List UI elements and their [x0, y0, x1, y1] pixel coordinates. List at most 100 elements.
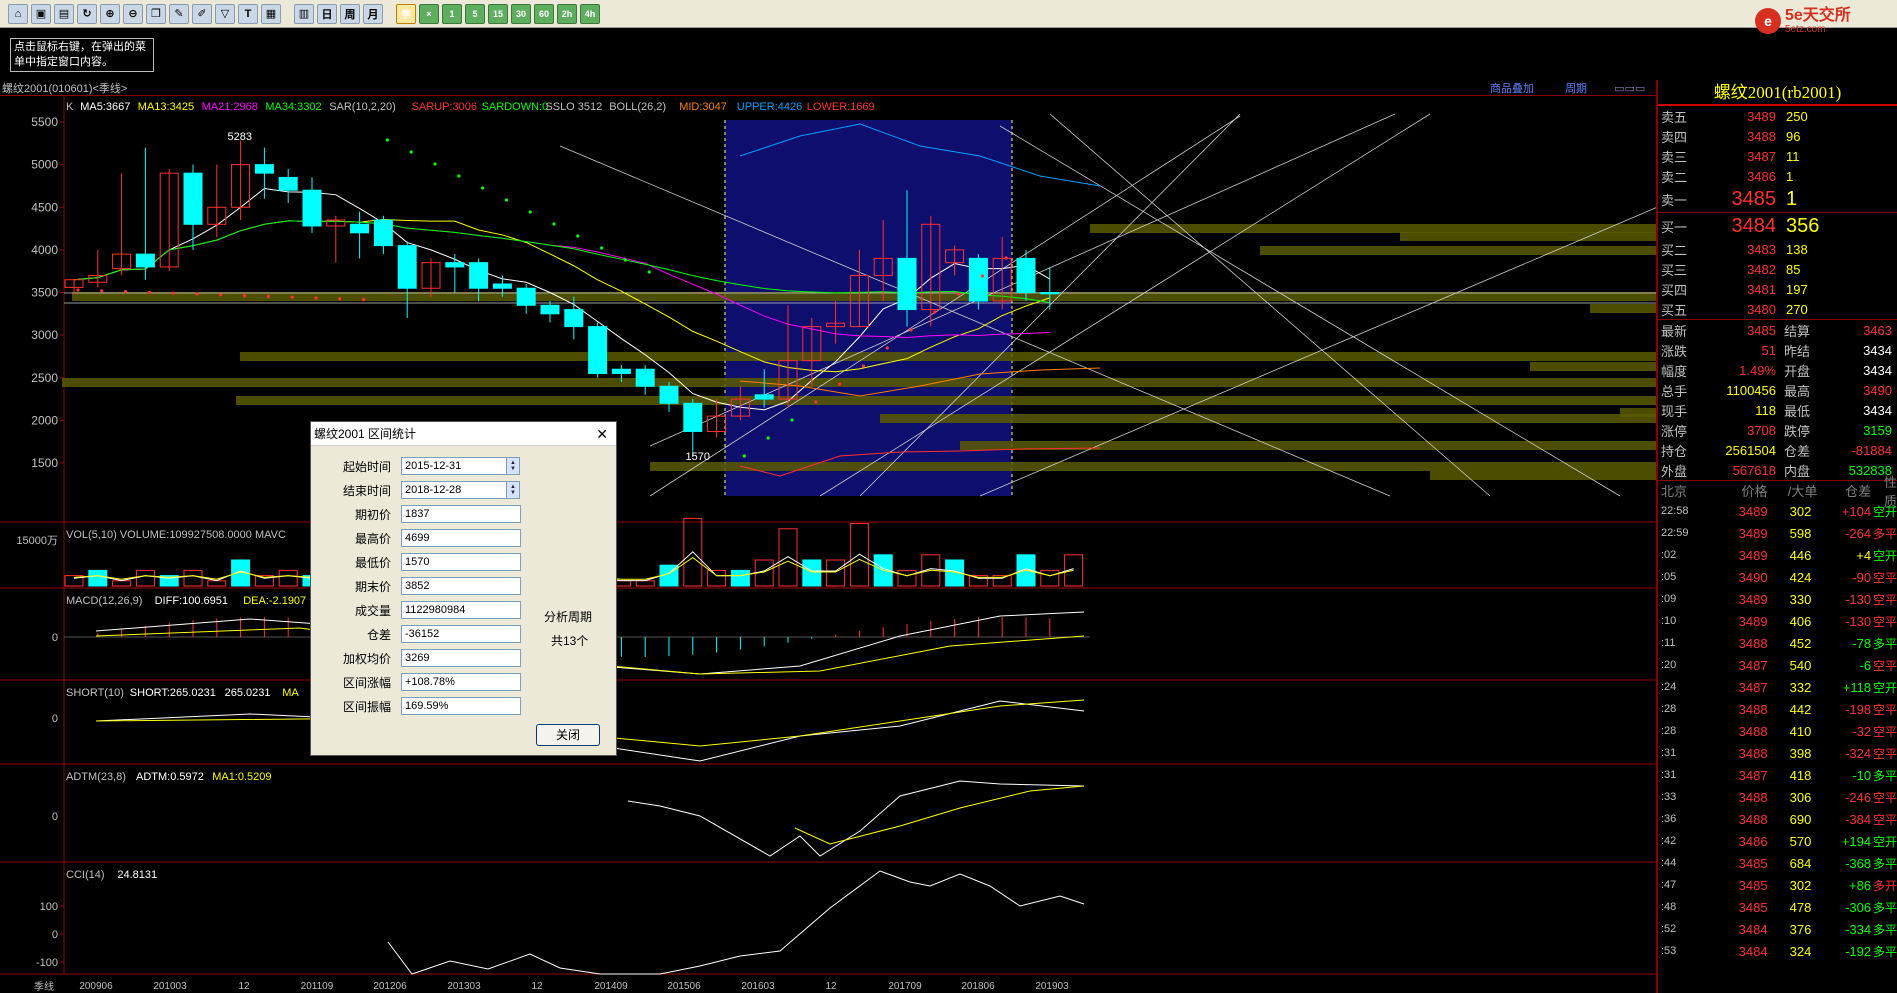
field-input[interactable]: 2018-12-28 [401, 481, 507, 499]
stat-value: 3434 [1863, 362, 1892, 378]
sar-dot [147, 290, 151, 294]
tick-time: 22:59 [1661, 527, 1689, 539]
tick-price: 3489 [1738, 591, 1768, 607]
60min-icon[interactable]: 60 [534, 3, 554, 24]
filter-icon[interactable]: ▽ [215, 3, 235, 24]
dialog-row: 成交量 1122980984 [311, 600, 521, 620]
week-icon[interactable]: 周 [340, 3, 360, 24]
bid-price: 3481 [1747, 281, 1776, 297]
15min-icon[interactable]: 15 [488, 3, 508, 24]
field-label: 期初价 [354, 507, 391, 522]
volume-profile-bar [1530, 362, 1656, 371]
field-label: 仓差 [366, 627, 391, 642]
cci-tick-label: 0 [52, 929, 58, 941]
tick-time: :28 [1661, 725, 1677, 737]
refresh-icon[interactable]: ↻ [77, 3, 97, 24]
tick-price: 3489 [1738, 503, 1768, 519]
tick-time: :44 [1661, 857, 1677, 869]
text-icon[interactable]: T [238, 3, 258, 24]
chart-title-bar: 螺纹2001(010601)<季线> [0, 80, 1656, 96]
candle-body [564, 309, 584, 328]
stat-label: 昨结 [1784, 343, 1811, 359]
pen-icon[interactable]: ✎ [169, 3, 189, 24]
zoom-out-icon[interactable]: ⊖ [123, 3, 143, 24]
main-indicator-label: LOWER:1669 [807, 101, 875, 113]
1min-icon[interactable]: 1 [442, 3, 462, 24]
paint-icon[interactable]: ✐ [192, 3, 212, 24]
sar-dot [766, 436, 770, 440]
close-icon[interactable]: ✕ [596, 422, 608, 446]
tick-nature: 多平 [1872, 856, 1897, 871]
sar-dot [362, 298, 366, 302]
field-input[interactable]: -36152 [401, 625, 521, 643]
chart-area[interactable]: 550050004500400035003000250020001500K MA5… [0, 96, 1656, 993]
overlay-link[interactable]: 商品叠加 [1490, 83, 1534, 95]
sar-dot [647, 270, 651, 274]
ask-volume: 250 [1786, 108, 1808, 124]
x-icon[interactable]: × [419, 3, 439, 24]
field-input[interactable]: +108.78% [401, 673, 521, 691]
quarter-icon[interactable]: 季 [396, 3, 416, 24]
field-label: 区间涨幅 [342, 675, 391, 690]
field-input[interactable]: 3852 [401, 577, 521, 595]
macd-indicator-label: MACD(12,26,9) [66, 595, 142, 607]
ask-label: 卖一 [1661, 192, 1688, 208]
macd-indicator-label: DEA:-2.1907 [243, 595, 306, 607]
tick-time: :10 [1661, 615, 1677, 627]
tick-volume: 424 [1789, 569, 1812, 585]
window-icon[interactable]: ❐ [146, 3, 166, 24]
y-icon[interactable]: 4h [580, 3, 600, 24]
field-input[interactable]: 3269 [401, 649, 521, 667]
5min-icon[interactable]: 5 [465, 3, 485, 24]
field-input[interactable]: 4699 [401, 529, 521, 547]
tick-volume: 302 [1789, 503, 1812, 519]
30min-icon[interactable]: 30 [511, 3, 531, 24]
candle-body [302, 189, 322, 227]
spinner-icon[interactable]: ▲ ▼ [506, 457, 520, 475]
ask-price: 3485 [1731, 187, 1777, 210]
cci-indicator-label: 24.8131 [117, 869, 157, 881]
field-input[interactable]: 1837 [401, 505, 521, 523]
tick-price: 3490 [1738, 569, 1768, 585]
tick-time: :11 [1661, 637, 1676, 649]
bid-list: 买一 3484 356 买二 3483 138 买三 3482 85 买四 3481 197 买五 348… [1658, 212, 1897, 319]
stat-value: 3485 [1747, 322, 1776, 338]
tick-row: :24 3487 332 +118 空开 [1658, 676, 1897, 698]
field-input[interactable]: 169.59% [401, 697, 521, 715]
tick-time: :28 [1661, 703, 1677, 715]
window-buttons-icon[interactable]: ▭▭▭ [1614, 83, 1645, 95]
sar-dot [957, 292, 961, 296]
sar-dot [338, 297, 342, 301]
analysis-period-label: 分析周期 [544, 610, 593, 624]
field-input[interactable]: 1122980984 [401, 601, 521, 619]
zoom-in-icon[interactable]: ⊕ [100, 3, 120, 24]
field-input[interactable]: 2015-12-31 [401, 457, 507, 475]
ask-row: 卖二 3486 1 [1658, 166, 1897, 186]
tick-time: :48 [1661, 901, 1677, 913]
field-input[interactable]: 1570 [401, 553, 521, 571]
k-chart-icon[interactable]: ▥ [294, 3, 314, 24]
main-indicator-label: UPPER:4426 [737, 101, 802, 113]
sar-dot [790, 418, 794, 422]
tick-time: :33 [1661, 791, 1677, 803]
table-icon[interactable]: ▦ [261, 3, 281, 24]
home-icon[interactable]: ⌂ [8, 3, 28, 24]
tick-row: :28 3488 410 -32 空平 [1658, 720, 1897, 742]
field-label: 结束时间 [342, 483, 391, 498]
candle-body [254, 164, 274, 174]
tick-row: :52 3484 376 -334 多平 [1658, 918, 1897, 940]
tick-oi-change: +194 [1841, 833, 1872, 849]
bid-label: 买三 [1661, 262, 1688, 278]
close-button[interactable]: 关闭 [536, 724, 600, 746]
tick-volume: 406 [1789, 613, 1812, 629]
dialog-row: 区间涨幅 +108.78% [311, 672, 521, 692]
month-icon[interactable]: 月 [363, 3, 383, 24]
folder-icon[interactable]: ▣ [31, 3, 51, 24]
spinner-icon[interactable]: ▲ ▼ [506, 481, 520, 499]
tick-nature: 空开 [1872, 834, 1897, 849]
book-icon[interactable]: ▤ [54, 3, 74, 24]
day-icon[interactable]: 日 [317, 3, 337, 24]
tick-price: 3484 [1738, 943, 1768, 959]
period-link[interactable]: 周期 [1565, 83, 1587, 95]
4h-icon[interactable]: 2h [557, 3, 577, 24]
